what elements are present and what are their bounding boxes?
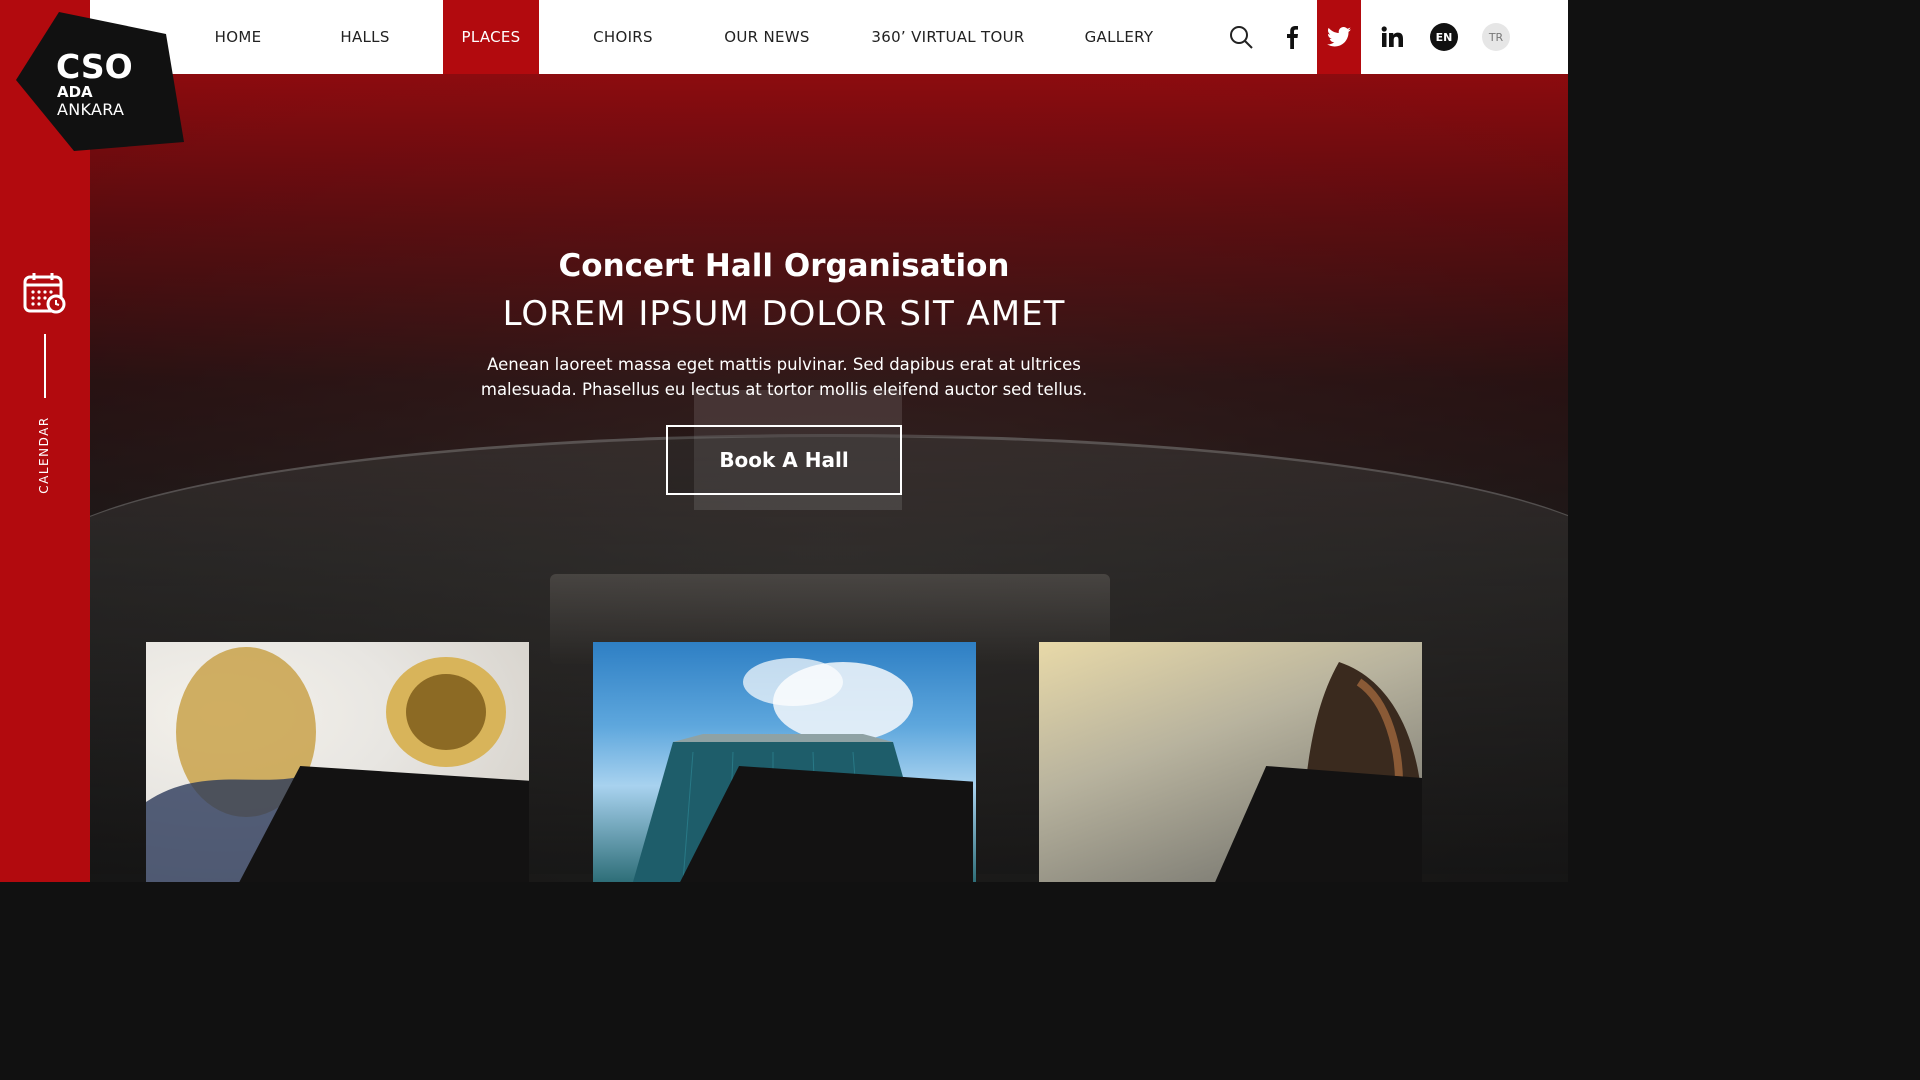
nav-item-choirs[interactable]: CHOIRS — [580, 0, 666, 74]
logo-ankara-text: ANKARA — [57, 100, 125, 119]
book-a-hall-button[interactable]: Book A Hall — [666, 425, 902, 495]
nav-item-home[interactable]: HOME — [200, 0, 276, 74]
language-tr-button[interactable]: TR — [1482, 23, 1510, 51]
sidebar-divider — [44, 334, 46, 398]
nav-item-gallery[interactable]: GALLERY — [1072, 0, 1166, 74]
linkedin-icon[interactable] — [1372, 0, 1412, 74]
hero-subtitle: LOREM IPSUM DOLOR SIT AMET — [502, 294, 1066, 334]
nav-item-places[interactable]: PLACES — [443, 0, 539, 74]
card-brass-instruments[interactable] — [146, 642, 529, 882]
calendar-label[interactable]: CALENDAR — [37, 416, 51, 493]
nav-item-virtual-tour[interactable]: 360’ VIRTUAL TOUR — [860, 0, 1036, 74]
nav-item-our-news[interactable]: OUR NEWS — [710, 0, 824, 74]
hero-description: Aenean laoreet massa eget mattis pulvina… — [480, 355, 1088, 399]
facebook-icon[interactable] — [1273, 0, 1311, 74]
twitter-icon[interactable] — [1317, 0, 1361, 74]
card-violin[interactable] — [1039, 642, 1422, 882]
hero-title: Concert Hall Organisation — [558, 248, 1010, 284]
calendar-icon[interactable] — [22, 272, 68, 316]
logo-ada-text: ADA — [57, 83, 93, 101]
logo-cso-text: CSO — [56, 47, 133, 86]
logo[interactable]: CSO ADA ANKARA — [14, 10, 186, 152]
nav-item-halls[interactable]: HALLS — [326, 0, 404, 74]
search-icon[interactable] — [1220, 0, 1262, 74]
card-glass-building[interactable] — [593, 642, 976, 882]
top-navigation: HOME HALLS PLACES CHOIRS OUR NEWS 360’ V… — [90, 0, 1568, 74]
language-en-button[interactable]: EN — [1430, 23, 1458, 51]
